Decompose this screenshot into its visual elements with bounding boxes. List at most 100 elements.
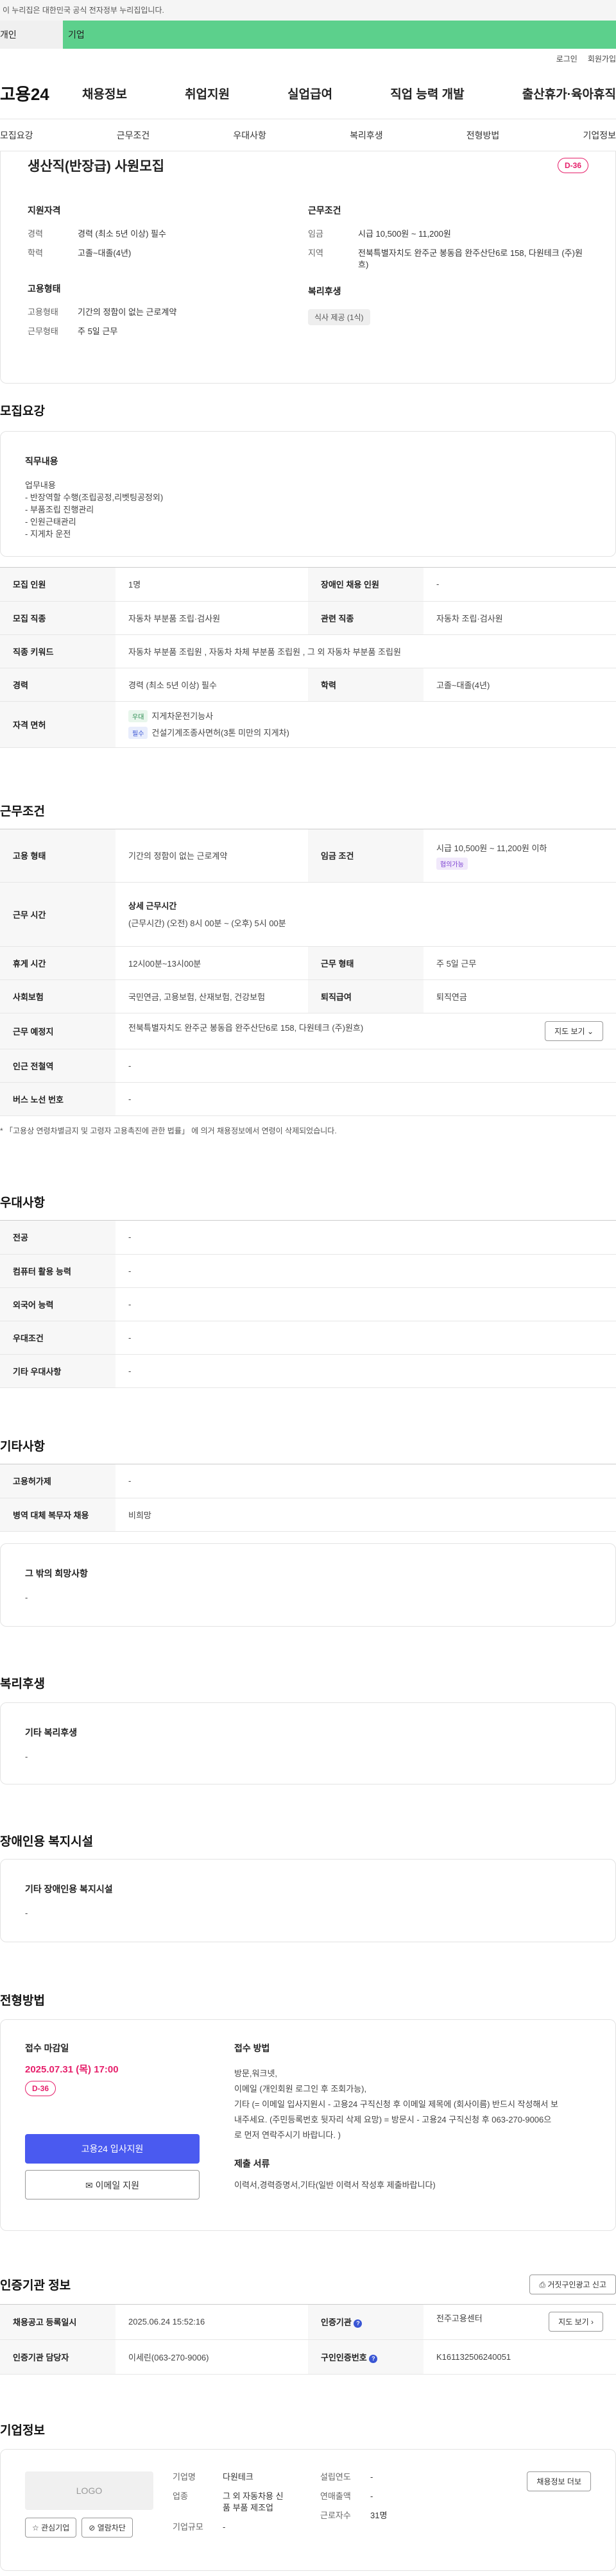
false-ad-report-button[interactable]: ⎙ 거짓구인광고 신고 (529, 2275, 616, 2294)
qualification-heading: 지원자격 (28, 205, 61, 216)
id-label: 구인인증번호 (321, 2352, 367, 2362)
apply-button[interactable]: 고용24 입사지원 (25, 2134, 200, 2164)
label: 근무 시간 (0, 882, 116, 947)
screening-dday-badge: D-36 (25, 2081, 56, 2096)
label: 고용 형태 (0, 829, 116, 883)
value: 시급 10,500원 ~ 11,200원 (358, 229, 451, 239)
value: - (116, 1354, 616, 1388)
duty-box: 직무내용 업무내용 - 반장역할 수행(조립공정,리벳팅공정외) - 부품조립 … (0, 431, 616, 557)
label: 컴퓨터 활용 능력 (0, 1254, 116, 1288)
other-wishes-value: - (25, 1593, 28, 1602)
map-button[interactable]: 지도 보기 ⌄ (545, 1021, 603, 1041)
documents-heading: 제출 서류 (234, 2158, 270, 2169)
deadline-value: 2025.07.31 (목) 17:00 (25, 2064, 119, 2075)
welfare-box: 기타 복리후생 - (0, 1702, 616, 1784)
value: 주 5일 근무 (78, 326, 118, 336)
agency-map-button[interactable]: 지도 보기 › (549, 2312, 603, 2332)
section-title-screening: 전형방법 (0, 1994, 45, 2008)
label: 모집 직종 (0, 601, 116, 635)
info-icon[interactable]: ? (354, 2319, 363, 2328)
required-badge: 필수 (128, 727, 148, 739)
place-value: 전북특별자치도 완주군 봉동읍 완주산단6로 158, 다원테크 (주)원흐) (128, 1022, 364, 1033)
info-icon[interactable]: ? (369, 2354, 378, 2363)
industry-line: 그 외 자동차용 신 (223, 2491, 284, 2501)
snb-work[interactable]: 근무조건 (117, 129, 150, 142)
label: 사회보험 (0, 979, 116, 1013)
tab-corp[interactable]: 기업 (63, 21, 616, 49)
label: 경력 (0, 668, 116, 702)
method-line: 이메일 (개인회원 로그인 후 조회가능), (234, 2084, 367, 2094)
label: 업종 (173, 2491, 188, 2501)
job-summary-card: 생산직(반장급) 사원모집 D-36 지원자격 경력 경력 (최소 5년 이상) … (0, 151, 616, 384)
block-view-button[interactable]: ⊘ 열람차단 (81, 2518, 133, 2538)
login-link[interactable]: 로그인 (556, 53, 578, 64)
value: 기간의 정함이 없는 근로계약 (116, 829, 308, 883)
label: 경력 (28, 229, 43, 239)
label: 고용허가제 (0, 1464, 116, 1498)
label: 인증기관 담당자 (0, 2339, 116, 2375)
value: - (116, 1464, 616, 1498)
label: 인증기관 ? (308, 2305, 424, 2340)
label: 근무 형태 (308, 946, 424, 980)
license-name: 건설기계조종사면허(3톤 미만의 지게차) (151, 728, 289, 738)
more-jobs-button[interactable]: 채용정보 더보 (527, 2471, 591, 2491)
value: - (116, 1287, 616, 1321)
site-logo[interactable]: 고용24 (0, 81, 82, 105)
false-ad-report-label: 거짓구인광고 신고 (547, 2280, 606, 2289)
disabled-facility-value: - (25, 1908, 28, 1918)
label: 기타 우대사항 (0, 1354, 116, 1388)
value: 그 외 자동차용 신품 부품 제조업 (223, 2491, 320, 2514)
value: 31명 (370, 2511, 388, 2520)
agency-table: 채용공고 등록일시 2025.06.24 15:52:16 인증기관 ? 전주고용센터… (0, 2305, 616, 2375)
negotiable-badge: 협의가능 (436, 857, 468, 870)
welfare-heading: 복리후생 (308, 286, 341, 296)
value: - (370, 2472, 373, 2482)
email-apply-button[interactable]: ✉ 이메일 지원 (25, 2170, 200, 2199)
chevron-down-icon: ⌄ (586, 1026, 594, 1036)
gnb-item-employment-support[interactable]: 취업지원 (185, 85, 230, 102)
section-title-agency: 인증기관 정보 (0, 2279, 71, 2292)
block-icon: ⊘ (89, 2523, 96, 2532)
gnb-item-parental-leave[interactable]: 출산휴가·육아휴직 (522, 85, 616, 102)
label: 구인인증번호 ? (308, 2339, 424, 2375)
agency-map-label: 지도 보기 (558, 2318, 589, 2327)
value: 경력 (최소 5년 이상) 필수 (78, 229, 166, 239)
snb-recruit[interactable]: 모집요강 (0, 129, 33, 142)
industry-line: 품 부품 제조업 (223, 2503, 273, 2512)
snb-welfare[interactable]: 복리후생 (350, 129, 383, 142)
value: 자동차 부분품 조립·검사원 (116, 601, 308, 635)
favorite-company-button[interactable]: ☆ 관심기업 (25, 2518, 77, 2538)
label: 근무 예정지 (0, 1013, 116, 1049)
duty-heading: 직무내용 (25, 456, 58, 466)
method-line: 내주세요. (주민등록번호 뒷자리 삭제 요망) = 방문시 - 고용24 구직… (234, 2115, 552, 2124)
label: 지역 (308, 248, 323, 258)
value: - (370, 2491, 373, 2501)
label: 휴게 시간 (0, 946, 116, 980)
place-cell: 전북특별자치도 완주군 봉동읍 완주산단6로 158, 다원테크 (주)원흐) 지… (116, 1013, 616, 1049)
label: 기업규모 (173, 2522, 203, 2532)
screening-box: 접수 마감일 2025.07.31 (목) 17:00 D-36 고용24 입사… (0, 2019, 616, 2231)
gnb-item-unemployment-benefit[interactable]: 실업급여 (287, 85, 332, 102)
gnb-item-jobs[interactable]: 채용정보 (82, 85, 127, 102)
snb-preference[interactable]: 우대사항 (233, 129, 266, 142)
value: 고졸~대졸(4년) (78, 248, 132, 258)
value: 퇴직연금 (424, 979, 616, 1013)
disabled-facility-heading: 기타 장애인용 복지시설 (25, 1884, 113, 1894)
email-apply-label: 이메일 지원 (95, 2180, 139, 2190)
chevron-right-icon: › (591, 2318, 594, 2327)
license-name: 지게차운전기능사 (151, 711, 214, 721)
join-link[interactable]: 회원가입 (588, 53, 616, 64)
time-heading: 상세 근무시간 (128, 901, 177, 911)
snb-company[interactable]: 기업정보 (583, 129, 616, 142)
value: - (116, 1321, 616, 1355)
block-label: 열람차단 (97, 2523, 126, 2532)
section-title-company: 기업정보 (0, 2424, 45, 2437)
method-line: 방문,워크넷, (234, 2069, 278, 2078)
mail-icon: ✉ (85, 2180, 93, 2190)
tab-person[interactable]: 개인 (0, 21, 63, 49)
value: 자동차 부분품 조립원 , 자동차 차체 부분품 조립원 , 그 외 자동차 부… (116, 634, 616, 668)
duty-line: - 지게차 운전 (25, 529, 71, 539)
method-heading: 접수 방법 (234, 2043, 270, 2053)
gnb-item-skill-development[interactable]: 직업 능력 개발 (390, 85, 464, 102)
snb-screening[interactable]: 전형방법 (466, 129, 500, 142)
